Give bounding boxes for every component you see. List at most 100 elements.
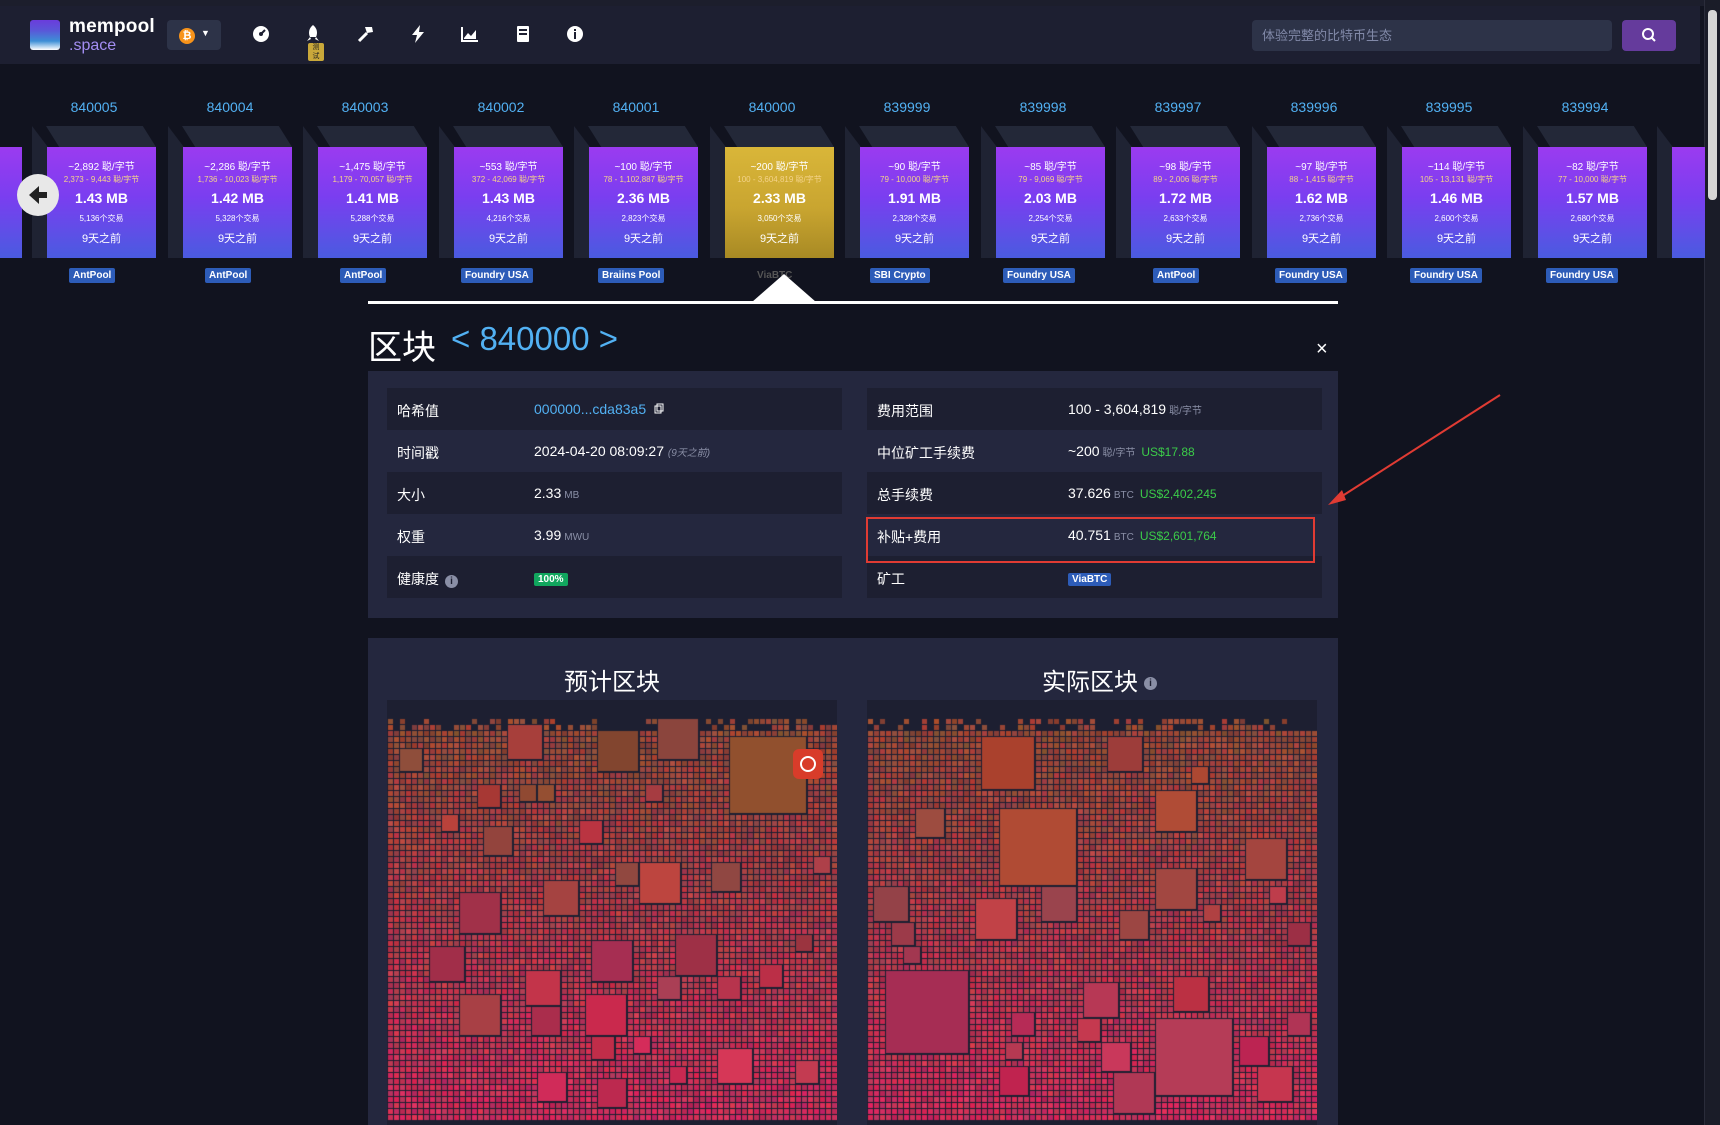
block-pool-tag[interactable]: Foundry USA: [1003, 268, 1075, 283]
mempool-logo[interactable]: mempool .space: [30, 16, 160, 56]
block-cube[interactable]: ~100 聪/字节 78 - 1,102,887 聪/字节 2.36 MB 2,823…: [574, 126, 698, 258]
block-height-link[interactable]: 839998: [981, 99, 1105, 115]
block-cube-top: [1537, 126, 1647, 147]
block-cube[interactable]: ~200 聪/字节 100 - 3,604,819 聪/字节 2.33 MB 3,05…: [710, 126, 834, 258]
block-cube[interactable]: ~2,286 聪/字节 1,736 - 10,023 聪/字节 1.42 MB 5,3…: [168, 126, 292, 258]
block-height-link[interactable]: 839994: [1523, 99, 1647, 115]
timestamp-value: 2024-04-20 08:09:27 (9天之前): [534, 443, 710, 459]
block-pool-tag[interactable]: Braiins Pool: [598, 268, 665, 283]
block-height-link[interactable]: 840000: [710, 99, 834, 115]
copy-icon[interactable]: [650, 401, 665, 417]
block-cube-face: ~114 聪/字节 105 - 13,131 聪/字节 1.46 MB 2,600个交…: [1402, 147, 1511, 258]
miner-badge[interactable]: ViaBTC: [1068, 573, 1112, 586]
hash-link[interactable]: 000000...cda83a5: [534, 401, 646, 417]
fee-span-number: 100 - 3,604,819: [1068, 401, 1167, 417]
block-cube-side: [845, 126, 861, 258]
block-time-ago: 9天之前: [488, 233, 529, 245]
block-cube[interactable]: ~98 聪/字节 89 - 2,006 聪/字节 1.72 MB 2,633个交易 9天…: [1116, 126, 1240, 258]
block-tx-count: 3,050个交易: [757, 214, 802, 223]
actual-block-info-icon[interactable]: i: [1144, 677, 1157, 691]
rocket-icon[interactable]: 测试: [302, 24, 324, 61]
median-fee-usd: US$17.88: [1141, 445, 1195, 459]
scroll-left-button[interactable]: [17, 174, 59, 216]
block-cube-side: [574, 126, 590, 258]
block-fee-range: 79 - 10,000 聪/字节: [880, 175, 949, 184]
close-button[interactable]: ×: [1316, 338, 1328, 361]
block-pool-tag[interactable]: Foundry USA: [461, 268, 533, 283]
miner-value: ViaBTC: [1068, 569, 1112, 586]
fee-span-unit: 聪/字节: [1169, 406, 1202, 417]
median-fee-unit: 聪/字节: [1102, 448, 1136, 459]
scrollbar-thumb[interactable]: [1708, 10, 1717, 200]
expected-block-treemap[interactable]: [387, 700, 837, 1125]
network-selector[interactable]: ₿ ▼: [167, 20, 221, 50]
size-unit: MB: [564, 490, 580, 501]
block-cube-face: ~553 聪/字节 372 - 42,069 聪/字节 1.43 MB 4,216个交…: [454, 147, 563, 258]
block-height-link[interactable]: 840004: [168, 99, 292, 115]
info-icon[interactable]: [564, 24, 586, 46]
block-height-link[interactable]: 839995: [1387, 99, 1511, 115]
block-tx-count: 2,328个交易: [892, 214, 937, 223]
actual-block-treemap[interactable]: [867, 700, 1317, 1125]
block-median-fee: ~97 聪/字节: [1295, 162, 1348, 173]
block-pool-tag[interactable]: Foundry USA: [1410, 268, 1482, 283]
timestamp-ago: (9天之前): [667, 448, 711, 459]
block-cube-partial-right[interactable]: [1657, 126, 1705, 258]
block-height-link[interactable]: 839999: [845, 99, 969, 115]
block-height-link[interactable]: 840001: [574, 99, 698, 115]
block-cube[interactable]: ~114 聪/字节 105 - 13,131 聪/字节 1.46 MB 2,600个交…: [1387, 126, 1511, 258]
hash-value: 000000...cda83a5: [534, 401, 665, 417]
search-input[interactable]: [1252, 20, 1612, 51]
block-pool-tag[interactable]: AntPool: [1153, 268, 1200, 283]
block-cube[interactable]: ~85 聪/字节 79 - 9,069 聪/字节 2.03 MB 2,254个交易 9天…: [981, 126, 1105, 258]
treemap-search-button[interactable]: [793, 749, 823, 779]
block-cube-face: ~98 聪/字节 89 - 2,006 聪/字节 1.72 MB 2,633个交易 9天…: [1131, 147, 1240, 258]
block-height-link[interactable]: 840003: [303, 99, 427, 115]
block-tx-count: 2,633个交易: [1163, 214, 1208, 223]
docs-icon[interactable]: [512, 24, 534, 46]
block-height-link[interactable]: 839996: [1252, 99, 1376, 115]
health-value: 100%: [534, 569, 568, 586]
row-timestamp: 时间戳 2024-04-20 08:09:27 (9天之前): [387, 430, 842, 472]
block-time-ago: 9天之前: [352, 233, 393, 245]
previous-block-button[interactable]: <: [451, 320, 470, 357]
block-pool-tag[interactable]: AntPool: [69, 268, 116, 283]
block-cube[interactable]: ~97 聪/字节 88 - 1,415 聪/字节 1.62 MB 2,736个交易 9天…: [1252, 126, 1376, 258]
block-height-link[interactable]: 840002: [439, 99, 563, 115]
block-tx-count: 5,328个交易: [215, 214, 260, 223]
block-median-fee: ~82 聪/字节: [1566, 162, 1619, 173]
block-fee-range: 105 - 13,131 聪/字节: [1419, 175, 1494, 184]
health-info-icon[interactable]: i: [445, 575, 458, 588]
block-fee-range: 1,736 - 10,023 聪/字节: [197, 175, 278, 184]
block-cube-top: [588, 126, 698, 147]
block-pool-tag[interactable]: AntPool: [340, 268, 387, 283]
block-cube[interactable]: ~90 聪/字节 79 - 10,000 聪/字节 1.91 MB 2,328个交易 9…: [845, 126, 969, 258]
block-pool-tag[interactable]: Foundry USA: [1275, 268, 1347, 283]
block-pool-tag[interactable]: AntPool: [205, 268, 252, 283]
block-pool-tag[interactable]: SBI Crypto: [870, 268, 930, 283]
block-size: 1.62 MB: [1295, 190, 1348, 206]
page-scrollbar[interactable]: [1704, 0, 1720, 1125]
row-fee-span: 费用范围 100 - 3,604,819 聪/字节: [867, 388, 1322, 430]
block-median-fee: ~2,892 聪/字节: [68, 162, 135, 173]
block-cube[interactable]: ~82 聪/字节 77 - 10,000 聪/字节 1.57 MB 2,680个交易 9…: [1523, 126, 1647, 258]
block-cube-face: ~200 聪/字节 100 - 3,604,819 聪/字节 2.33 MB 3,05…: [725, 147, 834, 258]
bitcoin-icon: ₿: [179, 28, 195, 44]
block-pool-tag[interactable]: Foundry USA: [1546, 268, 1618, 283]
chart-icon[interactable]: [459, 24, 481, 46]
block-cube-side: [1387, 126, 1403, 258]
block-height-link[interactable]: 840005: [32, 99, 156, 115]
dashboard-gauge-icon[interactable]: [250, 24, 272, 46]
search-icon: [1642, 28, 1656, 42]
hammer-icon[interactable]: [355, 24, 377, 46]
weight-unit: MWU: [564, 532, 590, 543]
search-button[interactable]: [1622, 20, 1676, 51]
block-cube[interactable]: ~553 聪/字节 372 - 42,069 聪/字节 1.43 MB 4,216个交…: [439, 126, 563, 258]
block-median-fee: ~90 聪/字节: [888, 162, 941, 173]
next-block-button[interactable]: >: [599, 320, 618, 357]
block-time-ago: 9天之前: [217, 233, 258, 245]
block-height-link[interactable]: 839997: [1116, 99, 1240, 115]
block-cube[interactable]: ~1,475 聪/字节 1,179 - 70,057 聪/字节 1.41 MB 5,2…: [303, 126, 427, 258]
total-fees-unit: BTC: [1113, 490, 1134, 501]
lightning-icon[interactable]: [407, 24, 429, 46]
